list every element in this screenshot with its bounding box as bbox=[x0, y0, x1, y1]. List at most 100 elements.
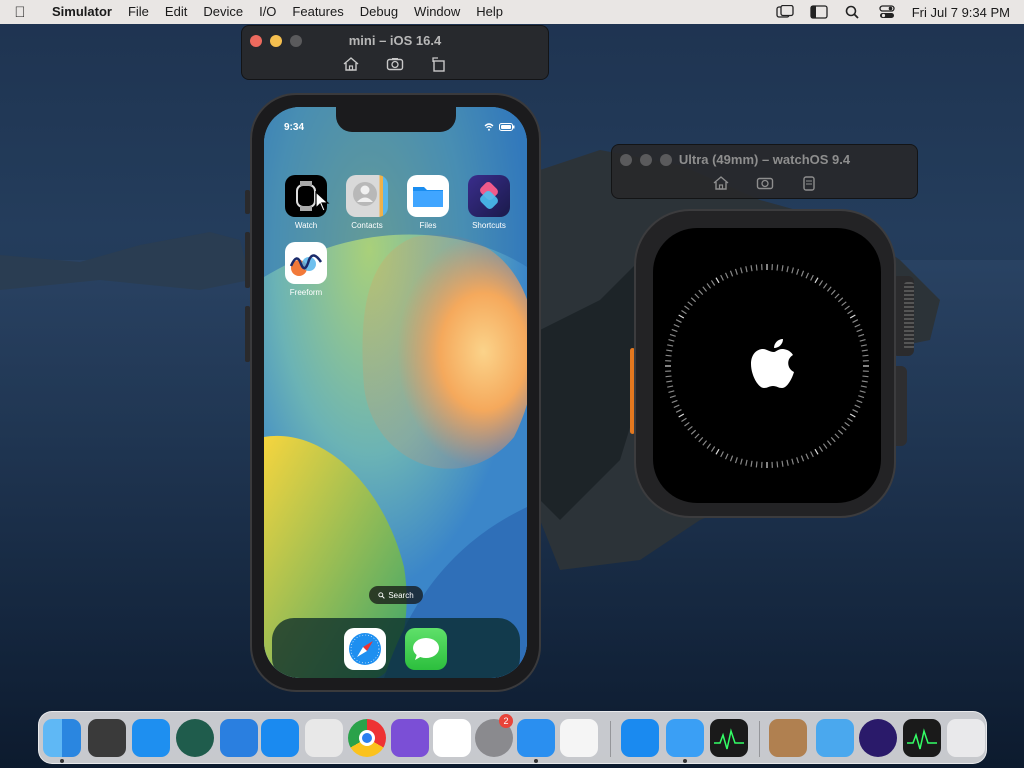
boot-tick bbox=[822, 283, 828, 289]
safari-icon[interactable] bbox=[132, 719, 170, 757]
app-label: Freeform bbox=[289, 288, 323, 297]
trash-icon[interactable] bbox=[947, 719, 985, 757]
iphone-screen[interactable]: 9:34 Watch Contacts Files Shortcuts Free… bbox=[264, 107, 527, 678]
menu-device[interactable]: Device bbox=[195, 0, 251, 24]
archive-icon[interactable] bbox=[769, 719, 807, 757]
boot-tick bbox=[859, 390, 866, 393]
screenshot-icon[interactable] bbox=[756, 175, 774, 191]
xcode-icon[interactable] bbox=[666, 719, 704, 757]
menu-io[interactable]: I/O bbox=[251, 0, 284, 24]
launchpad-icon[interactable] bbox=[560, 719, 598, 757]
boot-tick bbox=[710, 280, 716, 286]
boot-tick bbox=[830, 436, 836, 443]
menu-edit[interactable]: Edit bbox=[157, 0, 195, 24]
chrome-icon[interactable] bbox=[348, 719, 386, 757]
apple-logo-icon bbox=[751, 339, 794, 388]
boot-tick bbox=[671, 328, 678, 333]
boot-tick bbox=[860, 344, 867, 347]
app-store-icon[interactable] bbox=[261, 719, 299, 757]
boot-tick bbox=[841, 301, 847, 307]
screenshot-icon[interactable] bbox=[386, 56, 404, 72]
display-icon[interactable] bbox=[810, 5, 828, 19]
numbers-icon[interactable] bbox=[88, 719, 126, 757]
boot-tick bbox=[681, 309, 687, 315]
boot-tick bbox=[720, 274, 724, 281]
watch-screen[interactable] bbox=[653, 228, 881, 503]
boot-tick bbox=[847, 417, 853, 423]
boot-tick bbox=[673, 404, 680, 409]
boot-tick bbox=[675, 409, 682, 413]
boot-tick bbox=[810, 274, 814, 281]
app-shortcuts[interactable]: Shortcuts bbox=[467, 175, 511, 230]
menubar-clock[interactable]: Fri Jul 7 9:34 PM bbox=[912, 5, 1010, 20]
keynote-icon[interactable] bbox=[220, 719, 258, 757]
visual-studio-icon[interactable] bbox=[391, 719, 429, 757]
wifi-icon bbox=[484, 123, 494, 131]
vscode-icon[interactable] bbox=[433, 719, 471, 757]
app-store-2-icon[interactable] bbox=[621, 719, 659, 757]
shortcuts-app-icon bbox=[468, 175, 510, 217]
iphone-simulator-titlebar[interactable]: mini – iOS 16.4 bbox=[241, 25, 549, 80]
boot-tick bbox=[837, 297, 844, 303]
menu-bar:  Simulator File Edit Device I/O Feature… bbox=[0, 0, 1024, 24]
boot-tick bbox=[684, 305, 690, 311]
watch-window-title: Ultra (49mm) – watchOS 9.4 bbox=[678, 152, 851, 167]
boot-tick bbox=[665, 354, 672, 357]
menu-features[interactable]: Features bbox=[284, 0, 351, 24]
boot-tick bbox=[862, 354, 869, 357]
app-freeform[interactable]: Freeform bbox=[284, 242, 328, 297]
home-search-button[interactable]: Search bbox=[369, 586, 423, 604]
boot-tick bbox=[678, 413, 685, 418]
apple-menu-icon[interactable]:  bbox=[0, 4, 40, 21]
boot-tick bbox=[740, 458, 743, 465]
app-menu[interactable]: Simulator bbox=[40, 0, 120, 24]
boot-tick bbox=[734, 268, 738, 275]
boot-tick bbox=[666, 349, 673, 352]
activity-monitor-icon[interactable] bbox=[710, 719, 748, 757]
menu-file[interactable]: File bbox=[120, 0, 157, 24]
boot-tick bbox=[834, 293, 840, 299]
app-files[interactable]: Files bbox=[406, 175, 450, 230]
boot-tick bbox=[861, 349, 868, 352]
folder-icon[interactable] bbox=[816, 719, 854, 757]
menu-window[interactable]: Window bbox=[406, 0, 468, 24]
finder-icon[interactable] bbox=[43, 719, 81, 757]
boot-tick bbox=[841, 425, 847, 431]
boot-tick bbox=[687, 301, 693, 307]
boot-tick bbox=[694, 433, 700, 439]
boot-tick bbox=[854, 404, 861, 409]
messages-icon[interactable] bbox=[405, 628, 447, 670]
control-center-icon[interactable] bbox=[878, 5, 896, 19]
boot-tick bbox=[702, 440, 708, 446]
menu-help[interactable]: Help bbox=[468, 0, 511, 24]
watch-boot-progress bbox=[665, 264, 869, 468]
dock-separator bbox=[610, 721, 611, 757]
boot-tick bbox=[800, 270, 805, 277]
boot-tick bbox=[858, 333, 865, 337]
boot-tick bbox=[668, 390, 675, 393]
boot-tick bbox=[734, 457, 738, 464]
home-icon[interactable] bbox=[342, 56, 360, 72]
running-indicator bbox=[534, 759, 538, 763]
safari-icon[interactable] bbox=[344, 628, 386, 670]
boot-tick bbox=[671, 399, 678, 404]
rotate-icon[interactable] bbox=[430, 56, 448, 72]
spotlight-search-icon[interactable] bbox=[844, 5, 862, 19]
simulator-icon[interactable] bbox=[517, 719, 555, 757]
app-contacts[interactable]: Contacts bbox=[345, 175, 389, 230]
menu-debug[interactable]: Debug bbox=[352, 0, 406, 24]
boot-tick bbox=[856, 328, 863, 333]
activity-monitor-2-icon[interactable] bbox=[903, 719, 941, 757]
side-button-icon[interactable] bbox=[800, 175, 818, 191]
time-machine-icon[interactable] bbox=[176, 719, 214, 757]
battery-icon bbox=[499, 123, 515, 131]
boot-tick bbox=[849, 413, 856, 418]
system-info-icon[interactable] bbox=[305, 719, 343, 757]
boot-tick bbox=[724, 453, 729, 460]
home-icon[interactable] bbox=[712, 175, 730, 191]
stage-manager-icon[interactable] bbox=[776, 5, 794, 19]
watch-simulator-titlebar[interactable]: Ultra (49mm) – watchOS 9.4 bbox=[611, 144, 918, 199]
boot-tick bbox=[847, 309, 853, 315]
boot-tick bbox=[781, 265, 784, 272]
firefox-icon[interactable] bbox=[859, 719, 897, 757]
